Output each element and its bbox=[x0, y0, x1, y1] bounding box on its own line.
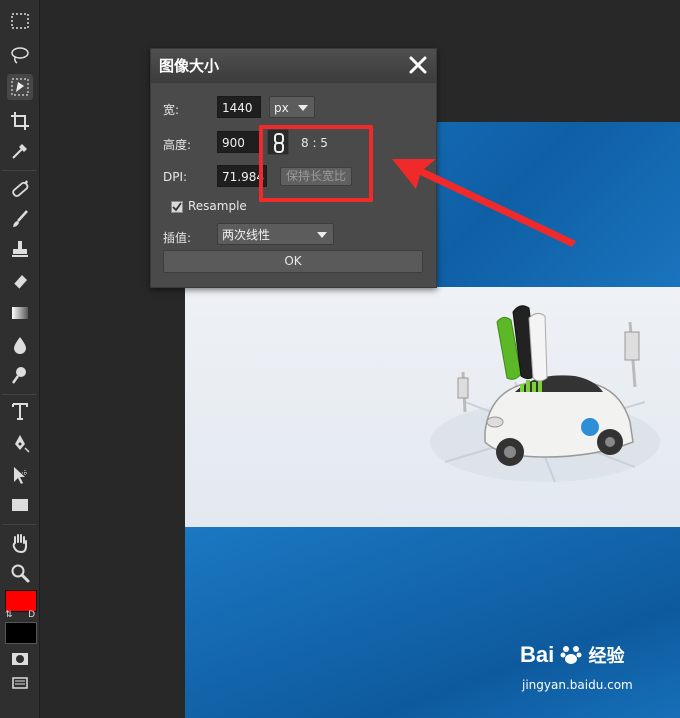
chevron-down-icon bbox=[298, 105, 308, 111]
gradient-icon[interactable] bbox=[7, 300, 33, 326]
watermark-url: jingyan.baidu.com bbox=[522, 678, 633, 692]
unit-select-value: px bbox=[274, 101, 289, 115]
tool-panel: ⇅ D bbox=[0, 0, 40, 718]
width-label: 宽: bbox=[163, 103, 180, 117]
stamp-icon[interactable] bbox=[7, 236, 33, 262]
default-colors-icon[interactable]: D bbox=[28, 610, 35, 622]
height-input[interactable]: 900 bbox=[217, 131, 261, 153]
close-icon[interactable] bbox=[406, 53, 430, 77]
rectangle-icon[interactable] bbox=[7, 492, 33, 518]
crop-icon[interactable] bbox=[7, 108, 33, 134]
paw-icon bbox=[560, 643, 582, 665]
highlight-box bbox=[259, 125, 373, 202]
dialog-title: 图像大小 bbox=[159, 57, 220, 75]
chevron-down-icon bbox=[317, 232, 327, 238]
dialog-titlebar: 图像大小 bbox=[151, 49, 436, 83]
healing-icon[interactable] bbox=[7, 176, 33, 202]
interpolation-label: 插值: bbox=[163, 231, 192, 245]
car-illustration-icon bbox=[430, 305, 660, 483]
foreground-color-swatch[interactable] bbox=[5, 590, 37, 612]
quick-mask-icon[interactable] bbox=[7, 646, 33, 672]
interpolation-select-value: 两次线性 bbox=[222, 228, 271, 242]
height-label: 高度: bbox=[163, 138, 192, 152]
resample-checkbox[interactable] bbox=[171, 201, 183, 213]
background-color-swatch[interactable] bbox=[5, 622, 37, 644]
swap-colors-icon[interactable]: ⇅ bbox=[5, 610, 13, 622]
screen-mode-icon[interactable] bbox=[7, 670, 33, 696]
width-input[interactable]: 1440 bbox=[217, 96, 261, 118]
hand-icon[interactable] bbox=[7, 530, 33, 556]
lasso-icon[interactable] bbox=[7, 42, 33, 68]
interpolation-select[interactable]: 两次线性 bbox=[217, 223, 334, 245]
brush-icon[interactable] bbox=[7, 206, 33, 232]
swap-default-colors[interactable]: ⇅ D bbox=[5, 610, 35, 622]
annotation-arrow-icon bbox=[392, 159, 576, 247]
dodge-icon[interactable] bbox=[7, 362, 33, 388]
baidu-watermark: Bai 经验 jingyan.baidu.com bbox=[520, 640, 670, 710]
resample-label: Resample bbox=[188, 199, 247, 213]
path-select-icon[interactable] bbox=[7, 462, 33, 488]
type-icon[interactable] bbox=[7, 398, 33, 424]
image-band-middle bbox=[185, 287, 680, 527]
marquee-icon[interactable] bbox=[7, 8, 33, 34]
blur-icon[interactable] bbox=[7, 332, 33, 358]
checkmark-icon bbox=[172, 202, 182, 212]
pen-icon[interactable] bbox=[7, 430, 33, 456]
eraser-icon[interactable] bbox=[7, 268, 33, 294]
quick-select-icon[interactable] bbox=[7, 74, 33, 100]
zoom-icon[interactable] bbox=[7, 560, 33, 586]
unit-select[interactable]: px bbox=[269, 96, 315, 118]
watermark-brand-cn: 经验 bbox=[588, 646, 625, 666]
eyedropper-icon[interactable] bbox=[7, 138, 33, 164]
watermark-brand: Bai bbox=[520, 642, 555, 667]
dpi-label: DPI: bbox=[163, 170, 188, 184]
